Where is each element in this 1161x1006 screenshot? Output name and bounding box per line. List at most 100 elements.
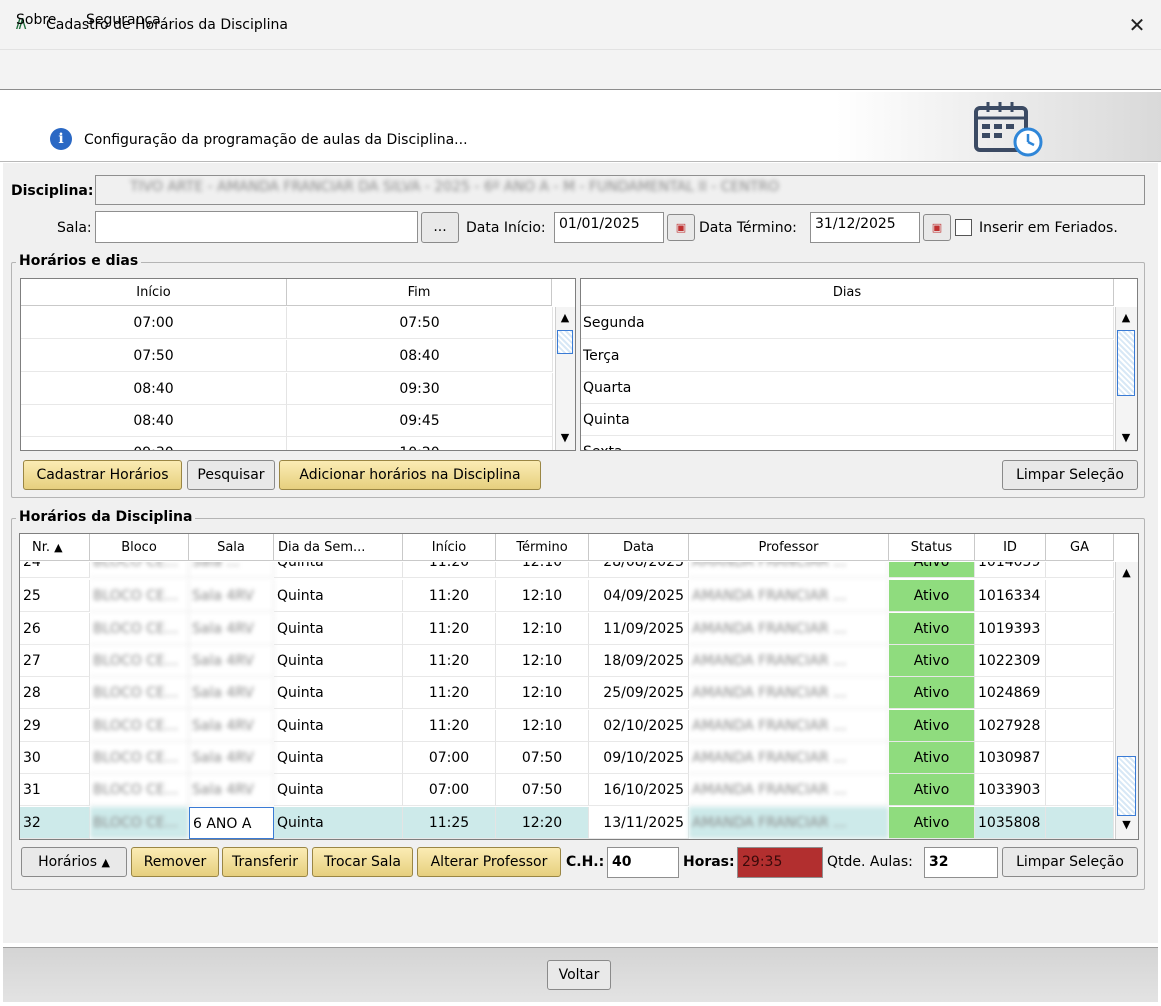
col-header-ga[interactable]: GA xyxy=(1046,534,1114,561)
data-termino-input[interactable]: 31/12/2025 xyxy=(810,212,920,243)
horario-fim: 10:20 xyxy=(287,437,553,450)
cell-inicio: 11:25 xyxy=(403,807,496,839)
table-row[interactable]: 30 BLOCO CE... Sala 4RV Quinta 07:00 07:… xyxy=(20,742,1114,774)
cell-termino: 12:10 xyxy=(496,562,589,578)
horario-row[interactable]: 08:40 09:30 xyxy=(21,373,553,405)
cell-bloco: BLOCO CE... xyxy=(90,710,189,742)
table-row[interactable]: 24 BLOCO CE... Sala ... Quinta 11:20 12:… xyxy=(20,562,1114,578)
scroll-down-icon[interactable]: ▼ xyxy=(556,431,574,444)
horarios-scrollbar[interactable] xyxy=(555,307,575,450)
horarios-scroll-thumb[interactable] xyxy=(557,330,573,354)
cell-inicio: 11:20 xyxy=(403,562,496,578)
table-scroll-thumb[interactable] xyxy=(1117,756,1136,816)
cell-nr: 26 xyxy=(20,613,90,645)
table-row[interactable]: 28 BLOCO CE... Sala 4RV Quinta 11:20 12:… xyxy=(20,677,1114,709)
table-row-selected[interactable]: 32 BLOCO CE... 6 ANO A Quinta 11:25 12:2… xyxy=(20,807,1114,839)
cell-dia: Quinta xyxy=(274,742,403,774)
menu-sobre[interactable]: Sobre xyxy=(16,12,56,28)
feriados-checkbox[interactable] xyxy=(955,219,972,236)
trocar-sala-button[interactable]: Trocar Sala xyxy=(312,847,413,877)
col-header-sala[interactable]: Sala xyxy=(189,534,274,561)
scroll-up-icon[interactable]: ▲ xyxy=(556,311,574,324)
dia-item[interactable]: Terça xyxy=(581,340,1114,372)
col-header-nr-label: Nr. xyxy=(32,540,51,555)
cell-inicio: 11:20 xyxy=(403,613,496,645)
limpar-selecao-button-2[interactable]: Limpar Seleção xyxy=(1002,847,1138,877)
col-header-professor[interactable]: Professor xyxy=(689,534,889,561)
horario-row[interactable]: 09:30 10:20 xyxy=(21,437,553,450)
col-header-termino[interactable]: Término xyxy=(496,534,589,561)
cell-ga xyxy=(1046,742,1114,774)
info-icon: i xyxy=(50,128,72,150)
transferir-button[interactable]: Transferir xyxy=(222,847,308,877)
horario-row[interactable]: 08:40 09:45 xyxy=(21,405,553,437)
scroll-down-icon[interactable]: ▼ xyxy=(1116,431,1136,444)
sala-input[interactable] xyxy=(95,211,418,243)
cell-dia: Quinta xyxy=(274,807,403,839)
feriados-label: Inserir em Feriados. xyxy=(979,220,1118,236)
pesquisar-button[interactable]: Pesquisar xyxy=(187,460,275,490)
horario-row[interactable]: 07:50 08:40 xyxy=(21,340,553,372)
col-header-fim[interactable]: Fim xyxy=(287,279,552,306)
dia-item[interactable]: Sexta xyxy=(581,436,1114,450)
col-header-status[interactable]: Status xyxy=(889,534,975,561)
col-header-id[interactable]: ID xyxy=(975,534,1046,561)
col-header-inicio[interactable]: Início xyxy=(403,534,496,561)
remover-button[interactable]: Remover xyxy=(131,847,219,877)
cell-status: Ativo xyxy=(889,710,975,742)
sala-browse-button[interactable]: ... xyxy=(421,212,459,243)
dia-item[interactable]: Segunda xyxy=(581,307,1114,339)
cadastrar-horarios-button[interactable]: Cadastrar Horários xyxy=(23,460,182,490)
horario-fim: 08:40 xyxy=(287,340,553,372)
voltar-button[interactable]: Voltar xyxy=(547,960,611,990)
table-row[interactable]: 31 BLOCO CE... Sala 4RV Quinta 07:00 07:… xyxy=(20,774,1114,806)
col-header-data[interactable]: Data xyxy=(589,534,689,561)
data-termino-calendar-icon[interactable]: ▣ xyxy=(923,214,951,241)
close-icon[interactable]: ✕ xyxy=(1120,10,1154,40)
scroll-down-icon[interactable]: ▼ xyxy=(1116,818,1137,831)
cell-sala-editing[interactable]: 6 ANO A xyxy=(189,807,274,839)
cell-professor: AMANDA FRANCIAR ... xyxy=(689,807,889,839)
data-inicio-input[interactable]: 01/01/2025 xyxy=(554,212,664,243)
menu-seguranca[interactable]: Segurança xyxy=(86,12,161,28)
cell-id: 1030987 xyxy=(975,742,1046,774)
horario-row[interactable]: 07:00 07:50 xyxy=(21,307,553,339)
cell-data: 25/09/2025 xyxy=(589,677,689,709)
dia-item[interactable]: Quarta xyxy=(581,372,1114,404)
col-header-nr[interactable]: Nr. ▲ xyxy=(20,534,90,561)
cell-termino: 12:10 xyxy=(496,677,589,709)
col-header-bloco[interactable]: Bloco xyxy=(90,534,189,561)
cell-dia: Quinta xyxy=(274,710,403,742)
adicionar-horarios-button[interactable]: Adicionar horários na Disciplina xyxy=(279,460,541,490)
table-row[interactable]: 29 BLOCO CE... Sala 4RV Quinta 11:20 12:… xyxy=(20,710,1114,742)
col-header-dias[interactable]: Dias xyxy=(581,279,1114,306)
limpar-selecao-button[interactable]: Limpar Seleção xyxy=(1002,460,1138,490)
sort-asc-icon: ▲ xyxy=(54,541,63,554)
scroll-up-icon[interactable]: ▲ xyxy=(1116,566,1137,579)
cell-ga xyxy=(1046,774,1114,806)
ch-label: C.H.: xyxy=(566,854,605,870)
cell-status: Ativo xyxy=(889,774,975,806)
cell-data: 13/11/2025 xyxy=(589,807,689,839)
cell-dia: Quinta xyxy=(274,613,403,645)
cell-sala: Sala 4RV xyxy=(189,742,274,774)
chevron-up-icon: ▲ xyxy=(101,856,110,869)
horarios-disciplina-title: Horários da Disciplina xyxy=(16,509,196,525)
horarios-rows: 07:00 07:50 07:50 08:40 08:40 09:30 08:4… xyxy=(21,307,553,450)
cell-sala: Sala 4RV xyxy=(189,774,274,806)
table-row[interactable]: 25 BLOCO CE... Sala 4RV Quinta 11:20 12:… xyxy=(20,580,1114,612)
dias-rows: Segunda Terça Quarta Quinta Sexta xyxy=(581,307,1114,450)
cell-ga xyxy=(1046,562,1114,578)
data-inicio-calendar-icon[interactable]: ▣ xyxy=(667,214,695,241)
table-row[interactable]: 27 BLOCO CE... Sala 4RV Quinta 11:20 12:… xyxy=(20,645,1114,677)
disciplina-value: TIVO ARTE - AMANDA FRANCIAR DA SILVA - 2… xyxy=(130,179,780,195)
cell-dia: Quinta xyxy=(274,562,403,578)
dias-scroll-thumb[interactable] xyxy=(1117,330,1135,396)
horarios-dropdown-button[interactable]: Horários ▲ xyxy=(21,847,127,877)
col-header-inicio[interactable]: Início xyxy=(21,279,287,306)
dia-item[interactable]: Quinta xyxy=(581,404,1114,436)
table-row[interactable]: 26 BLOCO CE... Sala 4RV Quinta 11:20 12:… xyxy=(20,613,1114,645)
col-header-dia-semana[interactable]: Dia da Sem... xyxy=(274,534,403,561)
scroll-up-icon[interactable]: ▲ xyxy=(1116,311,1136,324)
alterar-professor-button[interactable]: Alterar Professor xyxy=(417,847,561,877)
